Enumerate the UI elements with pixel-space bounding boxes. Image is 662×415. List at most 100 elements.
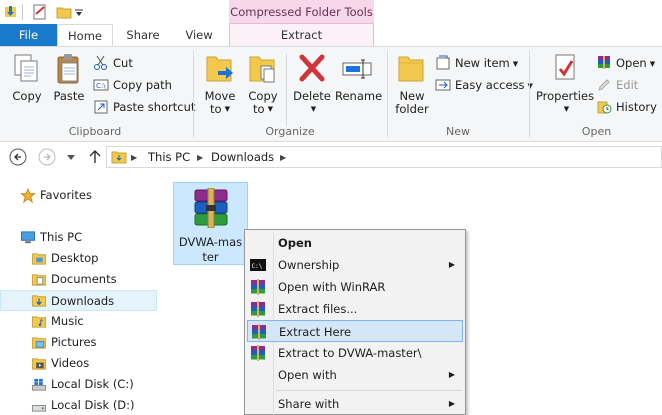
file-name-line-1: DVWA-mas [178, 235, 243, 249]
properties-button[interactable]: Properties ▼ [535, 51, 595, 116]
cut-label: Cut [113, 56, 133, 70]
address-bar[interactable]: ▶ This PC ▶ Downloads ▶ [106, 146, 662, 168]
menu-item-extract-to[interactable]: Extract to DVWA-master\ [247, 342, 463, 364]
nav-local-disk-d[interactable]: Local Disk (D:) [0, 395, 157, 415]
breadcrumb-chevron-icon[interactable]: ▶ [280, 153, 286, 162]
drive-icon [31, 405, 47, 412]
up-arrow-icon[interactable] [86, 148, 104, 166]
dropdown-caret-icon: ▼ [563, 105, 570, 113]
recent-locations-icon[interactable] [66, 152, 76, 162]
submenu-arrow-icon: ▶ [448, 399, 455, 408]
forward-icon[interactable] [38, 148, 56, 166]
menu-item-extract-here[interactable]: Extract Here [247, 320, 463, 342]
explorer-icon[interactable] [4, 4, 18, 20]
open-button[interactable]: Open ▼ [596, 53, 655, 73]
menu-item-open-with[interactable]: Open with ▶ [247, 364, 463, 386]
nav-this-pc[interactable]: This PC [0, 227, 157, 248]
new-folder-icon[interactable] [56, 4, 72, 20]
easy-access-button[interactable]: Easy access ▼ [435, 75, 533, 95]
nav-videos[interactable]: Videos [0, 353, 157, 374]
menu-item-open-with-winrar[interactable]: Open with WinRAR [247, 276, 463, 298]
new-folder-icon [398, 56, 424, 82]
nav-music[interactable]: Music [0, 311, 157, 332]
nav-downloads[interactable]: Downloads [0, 290, 157, 311]
context-menu: Open C:\ Ownership ▶ Open with WinRAR Ex… [244, 229, 466, 415]
menu-item-label: Extract to DVWA-master\ [278, 346, 422, 360]
tab-share[interactable]: Share [113, 24, 173, 47]
tab-extract[interactable]: Extract [229, 24, 374, 47]
back-icon[interactable] [9, 148, 27, 166]
breadcrumb-downloads[interactable]: Downloads [211, 150, 274, 164]
edit-button[interactable]: Edit [596, 75, 638, 95]
nav-favorites-label: Favorites [40, 188, 92, 202]
paste-button[interactable]: Paste [50, 51, 88, 103]
new-folder-label-1: New [399, 89, 425, 103]
open-label: Open [616, 56, 647, 70]
properties-label: Properties [535, 89, 595, 103]
winrar-icon [598, 56, 610, 69]
menu-item-label: Open with [278, 368, 337, 382]
winrar-icon [252, 324, 266, 340]
move-to-button[interactable]: Move to ▼ [200, 51, 240, 116]
clipboard-group: Copy Paste Cut C:\ Copy path Paste short… [0, 47, 195, 141]
breadcrumb-chevron-icon[interactable]: ▶ [131, 153, 137, 162]
easy-access-icon [435, 79, 451, 91]
paste-shortcut-button[interactable]: Paste shortcut [93, 97, 195, 117]
new-folder-label-2: folder [395, 102, 429, 116]
nav-local-disk-d-label: Local Disk (D:) [51, 398, 135, 412]
nav-documents[interactable]: Documents [0, 269, 157, 290]
delete-button[interactable]: Delete ▼ [292, 51, 332, 116]
nav-local-disk-c[interactable]: Local Disk (C:) [0, 374, 157, 395]
nav-favorites[interactable]: Favorites [0, 185, 157, 206]
organize-group-label: Organize [265, 125, 315, 138]
properties-icon[interactable] [32, 4, 48, 20]
windows-drive-icon [31, 378, 47, 391]
cut-button[interactable]: Cut [93, 53, 133, 73]
dropdown-caret-icon: ▼ [512, 59, 519, 68]
customize-qa-icon[interactable] [74, 8, 84, 24]
copy-button[interactable]: Copy [8, 51, 46, 103]
new-item-button[interactable]: New item ▼ [435, 53, 518, 73]
file-item-dvwa-master[interactable]: DVWA-mas ter [173, 182, 248, 265]
compressed-folder-tools-header: Compressed Folder Tools [229, 0, 374, 24]
history-button[interactable]: History [596, 97, 657, 117]
menu-item-ownership[interactable]: C:\ Ownership ▶ [247, 254, 463, 276]
tab-file[interactable]: File [0, 24, 57, 47]
clipboard-group-label: Clipboard [68, 125, 122, 138]
menu-separator [276, 390, 462, 391]
new-group-label: New [446, 125, 470, 138]
rename-icon [342, 59, 372, 79]
history-icon [597, 101, 612, 114]
menu-item-extract-files[interactable]: Extract files... [247, 298, 463, 320]
open-group-label: Open [581, 125, 612, 138]
move-to-label-2: to [210, 102, 222, 116]
delete-label: Delete [293, 89, 331, 103]
new-folder-button[interactable]: New folder [393, 51, 431, 116]
menu-item-share-with[interactable]: Share with ▶ [247, 393, 463, 415]
menu-item-open[interactable]: Open [247, 232, 463, 254]
move-to-label-1: Move [204, 89, 236, 103]
downloads-folder-icon [31, 295, 47, 307]
breadcrumb-this-pc[interactable]: This PC [148, 150, 190, 164]
rename-label: Rename [335, 89, 383, 103]
desktop-folder-icon [31, 253, 47, 265]
submenu-arrow-icon: ▶ [448, 370, 455, 379]
nav-desktop[interactable]: Desktop [0, 248, 157, 269]
copy-path-icon: C:\ [93, 79, 109, 91]
nav-pictures[interactable]: Pictures [0, 332, 157, 353]
delete-icon [299, 54, 325, 82]
rename-button[interactable]: Rename [335, 51, 383, 103]
tab-view[interactable]: View [173, 24, 225, 47]
tab-home[interactable]: Home [57, 24, 113, 48]
ribbon-separator [529, 51, 530, 137]
breadcrumb-chevron-icon[interactable]: ▶ [197, 153, 203, 162]
winrar-icon [251, 279, 265, 295]
nav-pictures-label: Pictures [51, 335, 97, 349]
copy-path-button[interactable]: C:\ Copy path [93, 75, 172, 95]
computer-icon [20, 231, 36, 244]
winrar-icon [251, 345, 265, 361]
open-group: Properties ▼ Open ▼ Edit History Open [531, 47, 662, 141]
nav-desktop-label: Desktop [51, 251, 99, 265]
new-item-icon [436, 55, 450, 70]
copy-to-button[interactable]: Copy to ▼ [243, 51, 283, 116]
